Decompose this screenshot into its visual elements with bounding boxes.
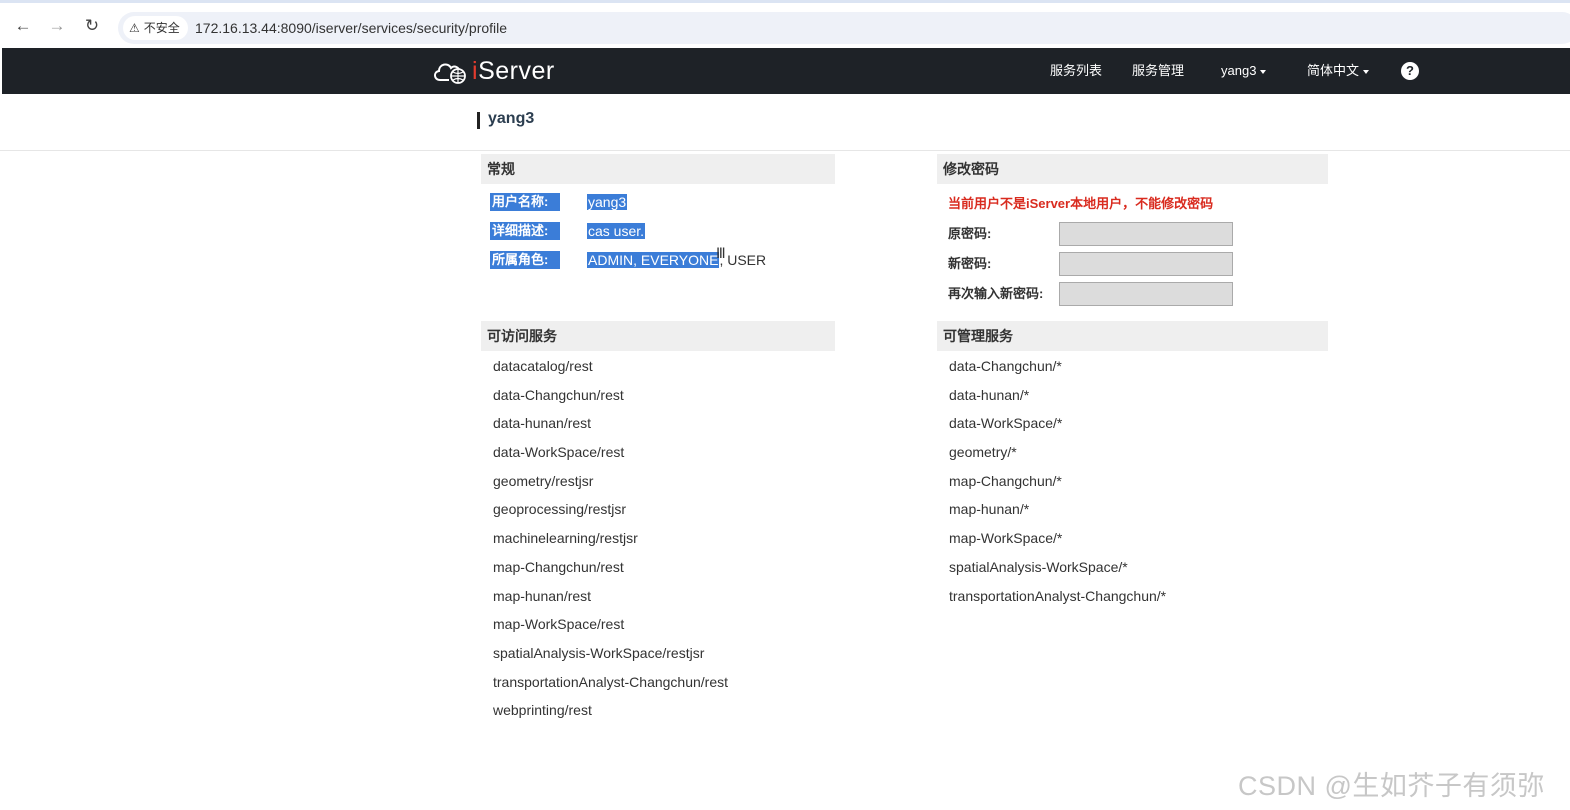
list-item: transportationAnalyst-Changchun/* (949, 587, 1167, 604)
general-heading: 常规 (481, 154, 835, 184)
watermark: CSDN @生如芥子有须弥 (1238, 771, 1545, 801)
back-icon[interactable]: ← (12, 15, 34, 37)
caret-down-icon (1363, 69, 1370, 74)
reload-icon[interactable]: ↻ (81, 15, 103, 37)
old-password-input[interactable] (1059, 222, 1233, 246)
accessible-services-list: datacatalog/rest data-Changchun/rest dat… (493, 352, 728, 725)
list-item: geometry/restjsr (493, 472, 594, 489)
page-title: yang3 (488, 110, 535, 127)
new-password-input[interactable] (1059, 252, 1233, 276)
user-menu[interactable]: yang3 (1221, 48, 1267, 94)
caret-down-icon (1260, 69, 1267, 74)
divider (0, 150, 1570, 151)
description-value: cas user. (587, 223, 646, 239)
new-password-label: 新密码: (948, 256, 992, 271)
list-item: geoprocessing/restjsr (493, 501, 627, 518)
list-item: map-Changchun/rest (493, 558, 624, 575)
list-item: machinelearning/restjsr (493, 530, 638, 547)
manageable-services-list: data-Changchun/* data-hunan/* data-WorkS… (949, 352, 1166, 610)
manageable-services-heading: 可管理服务 (937, 321, 1328, 351)
address-bar[interactable]: ⚠ 不安全 172.16.13.44:8090/iserver/services… (118, 12, 1570, 44)
roles-value: ADMIN, EVERYONE, USER (587, 252, 767, 268)
list-item: map-hunan/rest (493, 587, 592, 604)
password-heading: 修改密码 (937, 154, 1328, 184)
title-marker (477, 112, 480, 129)
nav-service-list[interactable]: 服务列表 (1050, 48, 1102, 94)
help-icon[interactable]: ? (1401, 62, 1419, 80)
confirm-password-label: 再次输入新密码: (948, 286, 1044, 301)
list-item: spatialAnalysis-WorkSpace/restjsr (493, 644, 705, 661)
user-menu-label: yang3 (1221, 63, 1257, 78)
list-item: map-hunan/* (949, 501, 1030, 518)
language-menu[interactable]: 简体中文 (1307, 48, 1370, 94)
iserver-logo[interactable]: iServer (432, 56, 555, 86)
list-item: map-Changchun/* (949, 472, 1062, 489)
list-item: map-WorkSpace/rest (493, 616, 625, 633)
list-item: spatialAnalysis-WorkSpace/* (949, 558, 1128, 575)
list-item: transportationAnalyst-Changchun/rest (493, 673, 729, 690)
warning-icon: ⚠ (129, 21, 140, 35)
old-password-label: 原密码: (948, 226, 992, 241)
security-chip[interactable]: ⚠ 不安全 (123, 16, 188, 40)
accessible-services-heading: 可访问服务 (481, 321, 835, 351)
list-item: data-Changchun/rest (493, 386, 624, 403)
forward-icon[interactable]: → (46, 15, 68, 37)
list-item: data-WorkSpace/rest (493, 444, 625, 461)
logo-text: iServer (472, 56, 555, 85)
list-item: datacatalog/rest (493, 358, 593, 374)
password-warning: 当前用户不是iServer本地用户，不能修改密码 (948, 196, 1214, 211)
list-item: data-hunan/rest (493, 415, 592, 432)
language-menu-label: 简体中文 (1307, 63, 1360, 78)
app-header: iServer 服务列表 服务管理 yang3 简体中文 ? (2, 48, 1570, 94)
list-item: webprinting/rest (493, 702, 592, 719)
url-text[interactable]: 172.16.13.44:8090/iserver/services/secur… (195, 12, 507, 44)
roles-label: 所属角色: (490, 251, 560, 269)
username-label: 用户名称: (490, 193, 560, 211)
list-item: map-WorkSpace/* (949, 530, 1063, 547)
list-item: data-Changchun/* (949, 358, 1062, 374)
description-label: 详细描述: (490, 222, 560, 240)
nav-service-management[interactable]: 服务管理 (1132, 48, 1184, 94)
list-item: data-WorkSpace/* (949, 415, 1063, 432)
list-item: data-hunan/* (949, 386, 1030, 403)
browser-toolbar: ← → ↻ ⚠ 不安全 172.16.13.44:8090/iserver/se… (0, 0, 1570, 48)
username-value: yang3 (587, 194, 628, 210)
list-item: geometry/* (949, 444, 1017, 461)
confirm-password-input[interactable] (1059, 282, 1233, 306)
cloud-globe-icon (434, 63, 466, 84)
text-cursor-icon: Ⅲ (716, 245, 726, 261)
security-label: 不安全 (143, 21, 180, 35)
